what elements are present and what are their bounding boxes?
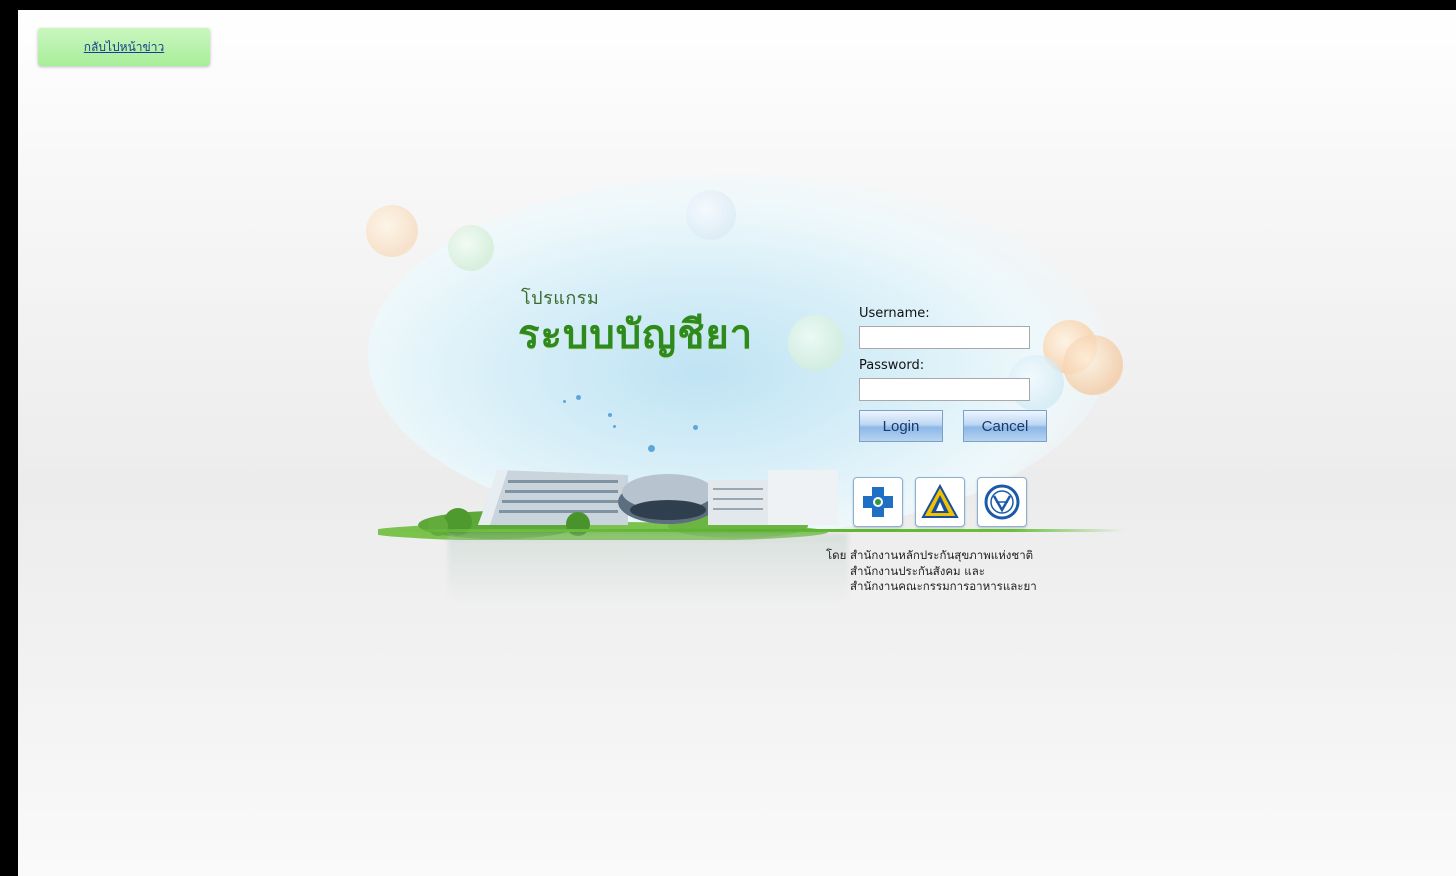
byline-line2: สำนักงานประกันสังคม และ (850, 563, 985, 578)
login-splash: โปรแกรม ระบบบัญชียา Username: Password: … (308, 175, 1168, 615)
byline-prefix: โดย (826, 548, 847, 562)
sparkle-dot (576, 395, 581, 400)
password-label: Password: (859, 358, 925, 373)
agency-logos (853, 477, 1027, 527)
username-input[interactable] (859, 326, 1030, 349)
bubble-decoration (448, 225, 494, 271)
bubble-decoration (1063, 335, 1123, 395)
username-label: Username: (859, 306, 930, 321)
cancel-button[interactable]: Cancel (963, 410, 1047, 442)
bubble-decoration (686, 190, 736, 240)
bubble-decoration (788, 315, 844, 371)
program-title: ระบบบัญชียา (518, 312, 754, 358)
login-button[interactable]: Login (859, 410, 943, 442)
sso-triangle-icon (921, 483, 959, 518)
sparkle-dot (563, 400, 566, 403)
login-form: Username: Password: Login Cancel (859, 306, 1059, 442)
byline-line3: สำนักงานคณะกรรมการอาหารและยา (850, 579, 1037, 593)
bubble-decoration (366, 205, 418, 257)
ground-reflection (448, 533, 848, 603)
nhso-logo (853, 477, 903, 527)
back-to-news-button[interactable]: กลับไปหน้าข่าว (38, 28, 210, 66)
nhso-cross-icon (863, 487, 893, 517)
sparkle-dot (608, 413, 612, 417)
password-input[interactable] (859, 378, 1030, 401)
byline-line1: สำนักงานหลักประกันสุขภาพแห่งชาติ (850, 548, 1034, 562)
sparkle-dot (613, 425, 616, 428)
hospital-buildings-illustration (378, 470, 838, 540)
sso-logo (915, 477, 965, 527)
ground-line (383, 529, 1123, 532)
fda-logo (977, 477, 1027, 527)
back-to-news-link[interactable]: กลับไปหน้าข่าว (84, 38, 164, 57)
form-buttons: Login Cancel (859, 410, 1059, 442)
sparkle-dot (693, 425, 698, 430)
fda-circle-icon (984, 484, 1020, 520)
agencies-byline: โดย สำนักงานหลักประกันสุขภาพแห่งชาติ สำนั… (826, 548, 1037, 595)
page-background: กลับไปหน้าข่าว โปรแกรม ระบบบัญชียา Usern… (18, 10, 1456, 876)
